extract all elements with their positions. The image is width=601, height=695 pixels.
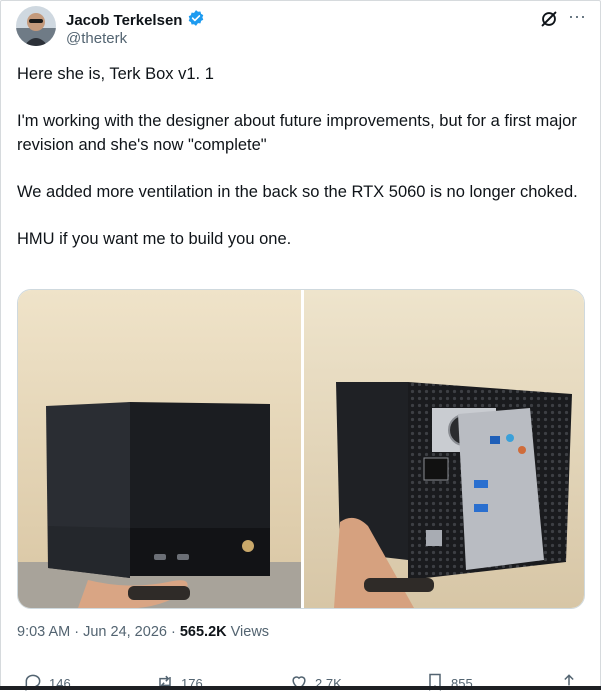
tweet-paragraph: We added more ventilation in the back so… <box>17 183 578 201</box>
tweet-date[interactable]: Jun 24, 2026 <box>83 624 167 640</box>
back-view-photo[interactable] <box>304 290 584 608</box>
meta-separator: · <box>70 624 84 640</box>
tweet-meta: 9:03 AM · Jun 24, 2026 · 565.2K Views <box>17 624 269 640</box>
more-icon[interactable]: ··· <box>568 6 586 27</box>
views-count: 565.2K <box>179 624 227 640</box>
repost-icon <box>155 672 175 695</box>
bookmark-icon <box>425 672 445 695</box>
tweet-paragraph: HMU if you want me to build you one. <box>17 230 292 248</box>
avatar[interactable] <box>16 6 56 46</box>
tweet-header: Jacob Terkelsen @theterk ··· <box>16 6 586 48</box>
tweet-paragraph: I'm working with the designer about futu… <box>17 112 577 154</box>
heart-icon <box>289 672 309 695</box>
views-label: Views <box>226 624 270 640</box>
display-name[interactable]: Jacob Terkelsen <box>66 12 182 29</box>
tweet-time[interactable]: 9:03 AM <box>17 624 70 640</box>
verified-badge-icon <box>187 9 205 32</box>
like-button[interactable]: 2.7K <box>289 672 342 695</box>
handle[interactable]: @theterk <box>66 30 127 47</box>
bookmark-button[interactable]: 855 <box>425 672 473 695</box>
reply-button[interactable]: 146 <box>23 672 71 695</box>
repost-button[interactable]: 176 <box>155 672 203 695</box>
share-button[interactable] <box>559 672 579 695</box>
media-grid <box>17 289 585 609</box>
meta-separator: · <box>166 624 180 640</box>
tweet-paragraph: Here she is, Terk Box v1. 1 <box>17 65 214 83</box>
reply-icon <box>23 672 43 695</box>
tweet-text: Here she is, Terk Box v1. 1 I'm working … <box>17 62 582 274</box>
bottom-bar <box>0 686 601 690</box>
grok-icon[interactable] <box>538 8 560 30</box>
share-icon <box>559 672 579 695</box>
front-view-photo[interactable] <box>18 290 304 608</box>
